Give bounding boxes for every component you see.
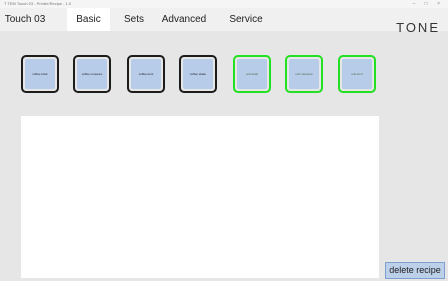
window-titlebar: T TEM Touch 03 - Printer/Recipe - 1.0 – …: [0, 0, 448, 8]
recipe-button[interactable]: coffee kont: [127, 55, 165, 93]
recipe-button[interactable]: coffee measure: [73, 55, 111, 93]
tab-touch03[interactable]: Touch 03: [0, 8, 50, 31]
recipe-label: unit measure: [295, 72, 313, 76]
brand-logo: TONE: [396, 20, 440, 35]
recipe-label: coffee kriek: [32, 72, 48, 76]
tab-basic[interactable]: Basic: [67, 8, 110, 31]
recipe-tile: coffee measure: [77, 59, 107, 89]
recipe-tile: coffee kriek: [25, 59, 55, 89]
recipe-label: coffee skate: [189, 72, 207, 76]
recipe-tile: unit kont: [342, 59, 372, 89]
recipe-label: unit kont: [351, 72, 363, 76]
window-caption: T TEM Touch 03 - Printer/Recipe - 1.0: [4, 1, 72, 6]
delete-recipe-button[interactable]: delete recipe: [385, 262, 445, 279]
recipe-label: unit kriek: [245, 72, 258, 76]
tab-bar: Touch 03 Basic Sets Advanced Service TON…: [0, 8, 448, 35]
recipe-button[interactable]: unit kriek: [233, 55, 271, 93]
window-controls[interactable]: – □ ×: [413, 0, 445, 8]
tab-service[interactable]: Service: [222, 8, 270, 31]
tab-sets[interactable]: Sets: [117, 8, 151, 31]
recipe-button[interactable]: coffee kriek: [21, 55, 59, 93]
recipe-label: coffee measure: [81, 72, 103, 76]
recipe-tile: coffee kont: [131, 59, 161, 89]
recipe-label: coffee kont: [138, 72, 154, 76]
recipe-button[interactable]: coffee skate: [179, 55, 217, 93]
recipe-button[interactable]: unit measure: [285, 55, 323, 93]
recipe-tile: coffee skate: [183, 59, 213, 89]
recipe-tile: unit measure: [289, 59, 319, 89]
recipe-tile: unit kriek: [237, 59, 267, 89]
tab-advanced[interactable]: Advanced: [151, 8, 217, 31]
recipe-button[interactable]: unit kont: [338, 55, 376, 93]
recipe-detail-panel: [21, 116, 379, 278]
